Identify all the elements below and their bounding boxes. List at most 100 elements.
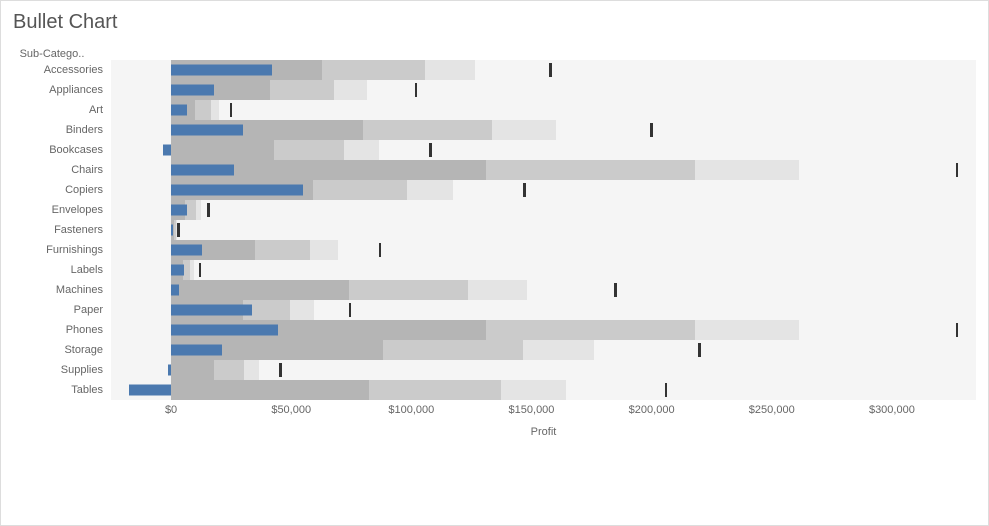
category-label: Machines [1,284,111,296]
target-marker [279,363,282,377]
profit-bar [171,285,179,296]
x-axis-label: Profit [111,426,976,438]
x-tick: $100,000 [388,404,434,416]
chart-row: Chairs [1,160,976,180]
chart-row: Art [1,100,976,120]
y-axis-header: Sub-Catego.. [1,48,111,60]
profit-bar [171,125,243,136]
target-marker [199,263,202,277]
profit-bar [171,185,303,196]
category-label: Envelopes [1,204,111,216]
category-label: Binders [1,124,111,136]
plot-cell [111,200,976,220]
chart-row: Supplies [1,360,976,380]
category-label: Furnishings [1,244,111,256]
chart-row: Appliances [1,80,976,100]
plot-cell [111,220,976,240]
plot-cell [111,260,976,280]
plot-cell [111,340,976,360]
chart-row: Envelopes [1,200,976,220]
target-marker [207,203,210,217]
x-tick: $250,000 [749,404,795,416]
profit-bar [168,365,171,376]
x-tick: $50,000 [271,404,311,416]
profit-bar [129,385,172,396]
bullet-chart: Sub-Catego.. Accessories Appliances Art Bin… [1,42,988,438]
plot-cell [111,280,976,300]
chart-row: Paper [1,300,976,320]
plot-cell [111,100,976,120]
plot-cell [111,180,976,200]
target-marker [349,303,352,317]
profit-bar [171,265,184,276]
chart-row: Copiers [1,180,976,200]
category-label: Accessories [1,64,111,76]
chart-row: Machines [1,280,976,300]
chart-row: Fasteners [1,220,976,240]
target-marker [956,323,959,337]
target-marker [177,223,180,237]
target-marker [614,283,617,297]
chart-row: Bookcases [1,140,976,160]
chart-row: Binders [1,120,976,140]
target-marker [523,183,526,197]
target-marker [665,383,668,397]
target-marker [549,63,552,77]
profit-bar [171,205,187,216]
chart-row: Tables [1,380,976,400]
category-label: Appliances [1,84,111,96]
x-tick: $200,000 [629,404,675,416]
plot-cell [111,80,976,100]
plot-cell [111,360,976,380]
chart-row: Furnishings [1,240,976,260]
category-label: Copiers [1,184,111,196]
profit-bar [171,105,187,116]
profit-bar [171,65,272,76]
plot-cell [111,300,976,320]
profit-bar [171,225,173,236]
x-tick: $0 [165,404,177,416]
plot-cell [111,240,976,260]
category-label: Supplies [1,364,111,376]
chart-row: Phones [1,320,976,340]
chart-row: Accessories [1,60,976,80]
chart-row: Storage [1,340,976,360]
category-label: Paper [1,304,111,316]
category-label: Storage [1,344,111,356]
category-label: Bookcases [1,144,111,156]
range-band-dark [171,360,214,380]
category-label: Labels [1,264,111,276]
x-tick: $150,000 [509,404,555,416]
category-label: Phones [1,324,111,336]
target-marker [379,243,382,257]
profit-bar [171,85,214,96]
x-axis: $0 $50,000 $100,000 $150,000 $200,000 $250,00… [111,402,976,422]
range-band-dark [171,280,349,300]
profit-bar [171,325,278,336]
category-label: Chairs [1,164,111,176]
plot-cell [111,380,976,400]
target-marker [956,163,959,177]
profit-bar [171,345,221,356]
profit-bar [163,145,171,156]
target-marker [650,123,653,137]
profit-bar [171,305,251,316]
chart-row: Labels [1,260,976,280]
plot-cell [111,140,976,160]
target-marker [429,143,432,157]
profit-bar [171,165,233,176]
page-title: Bullet Chart [1,1,988,42]
x-tick: $300,000 [869,404,915,416]
plot-cell [111,120,976,140]
profit-bar [171,245,202,256]
target-marker [230,103,233,117]
plot-cell [111,60,976,80]
plot-cell [111,160,976,180]
plot-cell [111,320,976,340]
target-marker [415,83,418,97]
category-label: Art [1,104,111,116]
range-band-dark [171,140,274,160]
category-label: Fasteners [1,224,111,236]
target-marker [698,343,701,357]
category-label: Tables [1,384,111,396]
